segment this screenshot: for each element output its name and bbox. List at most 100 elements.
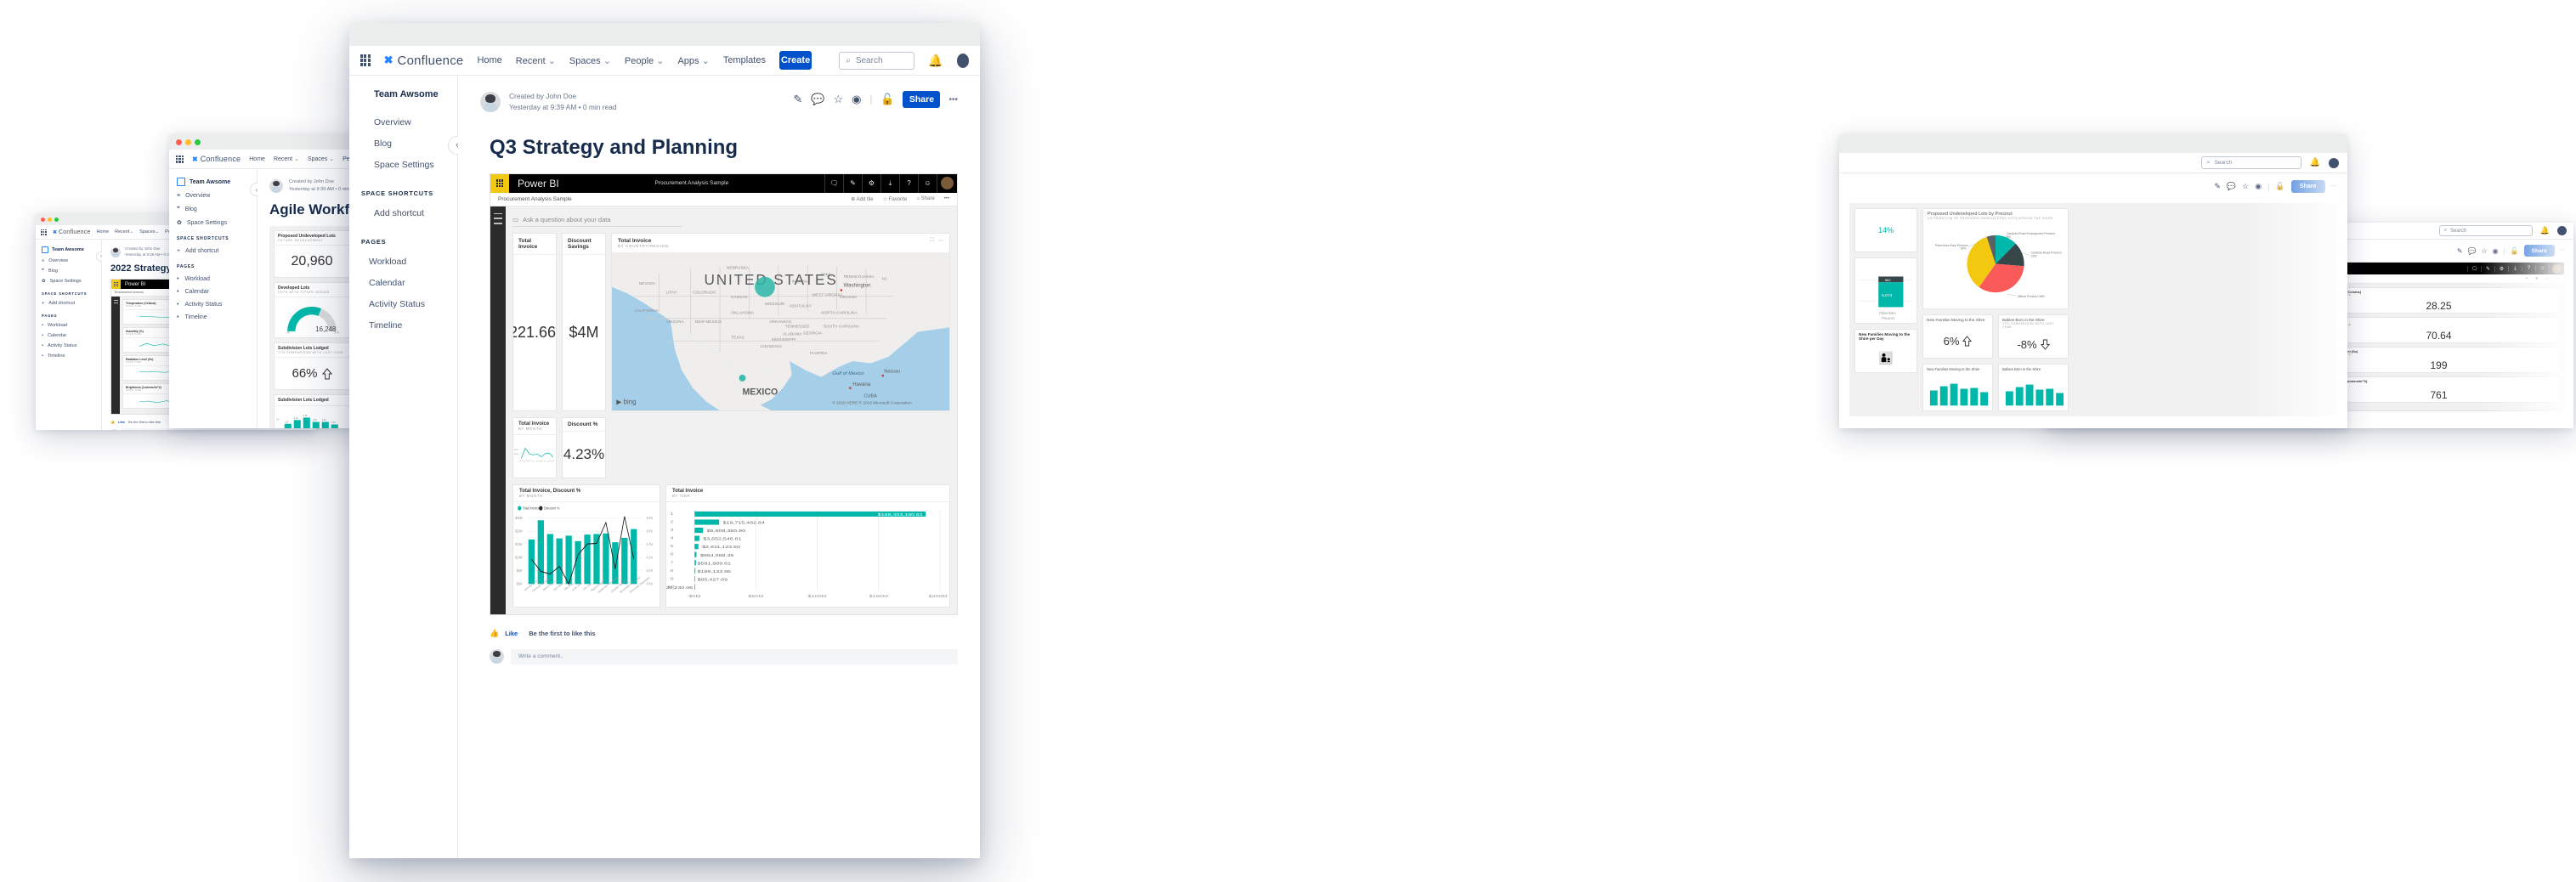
favorite-button[interactable]: ☆ Favorite <box>883 196 908 202</box>
sidebar-page-calendar[interactable]: • Calendar <box>177 289 249 295</box>
user-avatar[interactable] <box>2549 263 2564 274</box>
nav-home[interactable]: Home <box>96 229 109 235</box>
kpi-tile-discount-pct[interactable]: Discount % 4.23% <box>562 417 606 479</box>
star-icon[interactable]: ☆ <box>2481 247 2487 255</box>
powerbi-embed[interactable]: Power BI Procurement Analysis Sample 🗨 ✎… <box>490 172 958 615</box>
sidebar-add-shortcut[interactable]: + Add shortcut <box>42 301 95 306</box>
sidebar-item-space-settings[interactable]: Space Settings <box>361 160 445 170</box>
like-button[interactable]: Like <box>505 630 518 637</box>
powerbi-subbar-actions[interactable]: ⊕ Add tile ☆ Favorite ⌂ Share ••• <box>851 196 949 202</box>
nav-recent[interactable]: Recent ⌄ <box>274 155 299 162</box>
comment-input[interactable]: Write a comment.. <box>122 428 308 430</box>
sidebar-add-shortcut[interactable]: Add shortcut <box>361 208 445 218</box>
nav-spaces[interactable]: Spaces ⌄ <box>569 55 611 66</box>
line-tile-total-invoice-by-month[interactable]: Total Invoice BY MONTH $25M $20M January… <box>512 417 557 479</box>
confluence-logo[interactable]: ✖ Confluence <box>53 229 90 235</box>
edit-icon[interactable]: ✎ <box>843 173 862 193</box>
sidebar-page-calendar[interactable]: Calendar <box>361 278 445 288</box>
comment-icon[interactable]: 💬 <box>2468 247 2477 255</box>
sidebar-add-shortcut[interactable]: + Add shortcut <box>177 248 249 254</box>
waffle-icon[interactable] <box>490 173 509 193</box>
sensor-value-tile[interactable]: ϟ Radiation Level (Sv) CURRENT VALUE 199 <box>2317 347 2561 373</box>
confluence-logo[interactable]: ✖ Confluence <box>192 155 241 163</box>
close-button[interactable] <box>176 139 182 145</box>
waffle-icon[interactable] <box>111 280 121 290</box>
nav-templates[interactable]: Templates <box>723 55 766 65</box>
zoom-button[interactable] <box>54 217 59 222</box>
minimize-button[interactable] <box>185 139 191 145</box>
close-button[interactable] <box>41 217 45 222</box>
search-input[interactable]: ⌕ Search <box>2438 225 2533 236</box>
avatar[interactable] <box>956 53 969 68</box>
share-button[interactable]: Share <box>2290 180 2325 193</box>
people-tile[interactable]: New Families Moving to the Shire per Day… <box>1854 329 1917 373</box>
star-icon[interactable]: ☆ <box>833 93 843 106</box>
watch-icon[interactable]: ◉ <box>2255 182 2262 191</box>
sidebar-item-blog[interactable]: ❞ Blog <box>42 269 95 274</box>
sidebar-item-blog[interactable]: ❞ Blog <box>177 206 249 213</box>
nav-recent[interactable]: Recent⌄ <box>115 229 133 235</box>
sidebar-page-workload[interactable]: • Workload <box>177 276 249 282</box>
avatar[interactable] <box>2329 157 2339 168</box>
sidebar-page-activity-status[interactable]: • Activity Status <box>177 302 249 308</box>
settings-icon[interactable]: ⚙ <box>2494 265 2508 272</box>
notifications-icon[interactable]: 🔔 <box>2540 226 2550 235</box>
pencil-icon[interactable]: ✎ <box>2457 247 2463 255</box>
sidebar-page-workload[interactable]: • Workload <box>42 323 95 328</box>
sidebar-page-activity-status[interactable]: • Activity Status <box>42 343 95 348</box>
kpi-tile[interactable]: 14% <box>1854 208 1917 252</box>
sensor-value-tile[interactable]: ϟ Humidity (%) CURRENT VALUE 70.64 <box>2317 317 2561 343</box>
kpi-tile[interactable]: Proposed Undeveloped Lots FUTURE DEVELOP… <box>274 230 350 279</box>
add-tile-button[interactable]: ⊕ Add tile <box>851 196 873 202</box>
sidebar-page-activity-status[interactable]: Activity Status <box>361 299 445 309</box>
thumbs-up-icon[interactable]: 👍 <box>110 420 115 424</box>
nav-home[interactable]: Home <box>249 156 265 162</box>
more-actions-button[interactable]: ••• <box>948 95 958 105</box>
thumbs-up-icon[interactable]: 👍 <box>490 629 499 638</box>
powerbi-rail[interactable] <box>111 297 120 415</box>
help-icon[interactable]: ? <box>2522 266 2535 271</box>
more-button[interactable]: ••• <box>944 196 949 201</box>
sidebar-page-timeline[interactable]: Timeline <box>361 320 445 331</box>
kpi-tile[interactable]: Subdivision Lots Lodged YTD COMPARISON W… <box>274 342 350 391</box>
bar-tile[interactable]: New Families Moving to the Shire <box>1922 364 1993 411</box>
favorite-button[interactable]: ★ <box>2534 276 2538 281</box>
pencil-icon[interactable]: ✎ <box>2214 182 2221 191</box>
more-button[interactable]: ⋯ <box>2555 276 2559 281</box>
comment-icon[interactable]: 🗨 <box>2467 265 2481 272</box>
window-q3-strategy[interactable]: ✖ Confluence Home Recent ⌄ Spaces ⌄ Peop… <box>349 23 980 858</box>
unlock-icon[interactable]: 🔓 <box>2511 247 2519 255</box>
help-icon[interactable]: ? <box>899 173 918 193</box>
powerbi-top-icons[interactable]: 🗨 ✎ ⚙ ⤓ ? ☺ <box>2467 263 2564 274</box>
ask-question-input[interactable]: ▭ Ask a question about your data <box>512 213 682 227</box>
tier-bar-tile[interactable]: Total Invoice BY TIER 123 456 789 10 $18… <box>665 484 950 608</box>
sidebar-item-space-settings[interactable]: ✿ Space Settings <box>177 219 249 227</box>
powerbi-rail[interactable] <box>490 206 506 614</box>
bar-tile[interactable]: Babies Born in the Shire <box>1998 364 2069 411</box>
app-switcher-icon[interactable] <box>176 155 184 163</box>
comment-icon[interactable]: 💬 <box>2227 182 2236 191</box>
comment-icon[interactable]: 💬 <box>811 93 824 106</box>
powerbi-breadcrumb[interactable]: Environment sensors <box>115 291 144 294</box>
powerbi-top-icons[interactable]: 🗨 ✎ ⚙ ⤓ ? ☺ <box>824 173 957 193</box>
window-mid-right[interactable]: ⌕ Search 🔔 ✎ 💬 ☆ ◉ | 🔓 Share ••• 14% 862… <box>1839 134 2347 428</box>
add-tile-button[interactable]: + <box>2526 276 2528 281</box>
feedback-icon[interactable]: ☺ <box>2535 266 2549 271</box>
sidebar-page-timeline[interactable]: • Timeline <box>177 314 249 320</box>
sidebar-page-workload[interactable]: Workload <box>361 257 445 267</box>
gauge-tile[interactable]: Developed Lots LOTS WITH TITLES ISSUED 1… <box>274 282 350 339</box>
comment-input[interactable]: Write a comment.. <box>511 648 958 664</box>
column-tile[interactable]: 862 5,074 Pakenham Precinct <box>1854 257 1917 324</box>
nav-spaces[interactable]: Spaces ⌄ <box>308 155 334 162</box>
user-avatar[interactable] <box>937 173 957 193</box>
kpi-tile-total-invoice[interactable]: Total Invoice $221.66M <box>512 232 557 412</box>
settings-icon[interactable]: ⚙ <box>862 173 880 193</box>
more-actions-button[interactable]: ••• <box>2331 184 2337 189</box>
nav-home[interactable]: Home <box>477 55 501 65</box>
sensor-value-tile[interactable]: ϟ Brightness (Lumens/m^2) OVER TIME 761 <box>2317 376 2561 403</box>
sidebar-item-overview[interactable]: ≡ Overview <box>42 258 95 263</box>
search-input[interactable]: ⌕ Search <box>839 51 915 70</box>
kpi-tile[interactable]: New Families Moving to the Shire 6% <box>1922 314 1993 359</box>
unlock-icon[interactable]: 🔓 <box>2275 182 2284 191</box>
create-button[interactable]: Create <box>778 51 812 70</box>
